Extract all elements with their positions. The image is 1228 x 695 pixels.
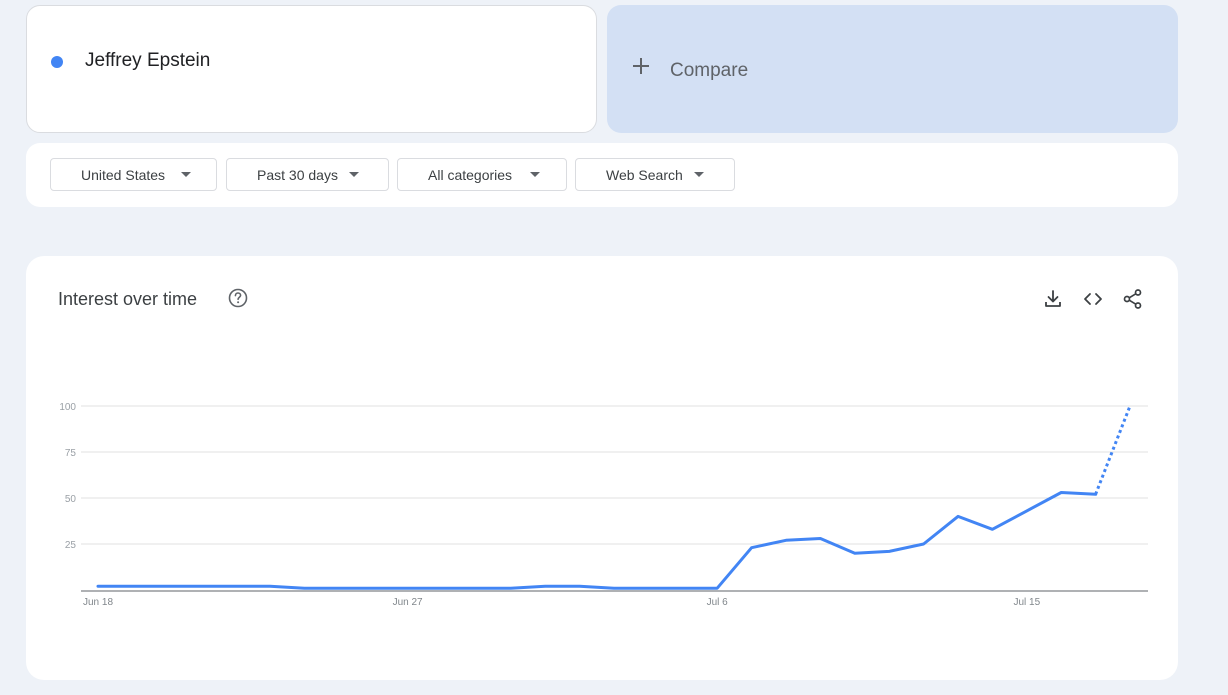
x-tick-label: Jun 27	[393, 597, 423, 608]
y-tick-label: 100	[59, 402, 76, 413]
interest-over-time-card: Interest over time 25 50 75 100 Jun 18 Jun 27…	[26, 256, 1178, 680]
region-label: United States	[81, 167, 166, 183]
time-range-label: Past 30 days	[257, 167, 338, 183]
chevron-down-icon	[530, 172, 540, 177]
series-line-partial	[1094, 405, 1132, 495]
filter-bar: United States Past 30 days All categorie…	[26, 143, 1178, 207]
category-label: All categories	[428, 167, 513, 183]
y-tick-label: 75	[65, 448, 77, 459]
y-tick-label: 25	[65, 540, 77, 551]
chevron-down-icon	[694, 172, 704, 177]
series-line	[96, 491, 1098, 590]
term-color-dot	[51, 56, 63, 68]
compare-label: Compare	[670, 60, 749, 81]
property-label: Web Search	[606, 167, 683, 183]
plus-icon	[633, 58, 649, 74]
chevron-down-icon	[181, 172, 191, 177]
time-range-dropdown[interactable]: Past 30 days	[226, 158, 389, 191]
region-dropdown[interactable]: United States	[50, 158, 217, 191]
compare-button[interactable]: Compare	[607, 5, 1178, 133]
x-tick-label: Jun 18	[83, 597, 113, 608]
property-dropdown[interactable]: Web Search	[575, 158, 735, 191]
interest-line-chart: 25 50 75 100 Jun 18 Jun 27 Jul 6 Jul 15	[59, 402, 1148, 608]
x-tick-label: Jul 6	[707, 597, 729, 608]
search-term-card[interactable]: Jeffrey Epstein	[26, 5, 597, 133]
y-tick-label: 50	[65, 494, 77, 505]
category-dropdown[interactable]: All categories	[397, 158, 567, 191]
search-term-label[interactable]: Jeffrey Epstein	[85, 50, 210, 72]
x-tick-label: Jul 15	[1013, 597, 1040, 608]
chevron-down-icon	[349, 172, 359, 177]
